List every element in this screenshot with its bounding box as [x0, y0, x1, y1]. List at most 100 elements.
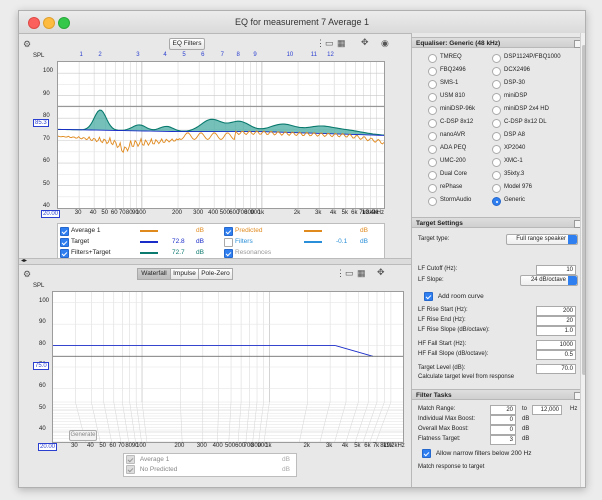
filter-number-5[interactable]: 5	[182, 52, 185, 58]
filter-number-6[interactable]: 6	[201, 52, 204, 58]
legend-row-predicted[interactable]: Predicted dB	[224, 226, 384, 236]
target-level-input[interactable]: 70.0	[536, 364, 576, 374]
equaliser-option-ada-peq[interactable]: ADA PEQ	[440, 144, 466, 152]
radio-xmc-1[interactable]	[492, 158, 501, 167]
radio-c-dsp-8x12-dl[interactable]	[492, 119, 501, 128]
filter-number-7[interactable]: 7	[221, 52, 224, 58]
equaliser-option-stormaudio[interactable]: StormAudio	[440, 196, 471, 204]
right-panel-scroll-thumb[interactable]	[582, 45, 585, 375]
equaliser-option-generic[interactable]: Generic	[504, 196, 525, 204]
equaliser-option-minidsp-96k[interactable]: miniDSP-96k	[440, 105, 475, 113]
equaliser-option-dsp-a8[interactable]: DSP A8	[504, 131, 525, 139]
move-icon[interactable]: ✥	[361, 37, 369, 47]
top-y-marker[interactable]: 85.3	[33, 119, 49, 127]
target-type-select[interactable]: Full range speaker	[506, 234, 578, 245]
top-graph-plot[interactable]	[57, 61, 385, 209]
bottom-move-icon[interactable]: ✥	[377, 267, 385, 277]
lf-rise-start-input[interactable]: 200	[536, 306, 576, 316]
filter-number-8[interactable]: 8	[236, 52, 239, 58]
generate-button[interactable]: Generate	[69, 430, 97, 441]
radio-ada-peq[interactable]	[428, 145, 437, 154]
add-room-curve-row[interactable]: Add room curve	[424, 292, 484, 301]
legend-row-no-predicted[interactable]: No Predicted dB	[126, 465, 294, 474]
radio-minidsp-96k[interactable]	[428, 106, 437, 115]
equaliser-option-model-976[interactable]: Model 976	[504, 183, 532, 191]
eq-filters-button[interactable]: EQ Filters	[169, 38, 205, 50]
radio-nanoavr[interactable]	[428, 132, 437, 141]
lf-rise-slope-input[interactable]: 1.0	[536, 326, 576, 336]
filter-tasks-header[interactable]: Filter Tasks	[412, 389, 582, 400]
match-response-label[interactable]: Match response to target	[418, 463, 484, 472]
legend-swatch[interactable]	[140, 252, 158, 254]
equaliser-option-dual-core[interactable]: Dual Core	[440, 170, 467, 178]
equaliser-option-sms-1[interactable]: SMS-1	[440, 79, 458, 87]
narrow-filters-row[interactable]: Allow narrow filters below 200 Hz	[422, 449, 532, 458]
hf-fall-slope-input[interactable]: 0.5	[536, 350, 576, 360]
bottom-graph-settings-icon[interactable]: ⚙	[23, 269, 31, 279]
right-panel-scrollbar[interactable]	[580, 33, 585, 487]
equaliser-option-dcx2496[interactable]: DCX2496	[504, 66, 530, 74]
legend-checkbox[interactable]	[224, 238, 233, 247]
equaliser-option-dsp-30[interactable]: DSP-30	[504, 79, 525, 87]
radio-model-976[interactable]	[492, 184, 501, 193]
legend-row-filters-target[interactable]: Filters+Target 72.7 dB	[60, 248, 220, 258]
overall-max-boost-input[interactable]: 0	[490, 425, 516, 435]
radio-dsp-a8[interactable]	[492, 132, 501, 141]
equaliser-option-dsp1124p-fbq1000[interactable]: DSP1124P/FBQ1000	[504, 53, 561, 61]
equaliser-option-usm-810[interactable]: USM 810	[440, 92, 465, 100]
legend-swatch[interactable]	[304, 230, 322, 232]
radio-minidsp-2x4-hd[interactable]	[492, 106, 501, 115]
radio-tmreq[interactable]	[428, 54, 437, 63]
radio-dcx2496[interactable]	[492, 67, 501, 76]
legend-swatch[interactable]	[304, 241, 322, 243]
radio-dsp1124p-fbq1000[interactable]	[492, 54, 501, 63]
equaliser-header[interactable]: Equaliser: Generic (48 kHz)	[412, 37, 582, 48]
equaliser-option-xmc-1[interactable]: XMC-1	[504, 157, 523, 165]
graph-settings-icon[interactable]: ⚙	[23, 39, 31, 49]
filter-number-2[interactable]: 2	[98, 52, 101, 58]
equaliser-option-c-dsp-8x12[interactable]: C-DSP 8x12	[440, 118, 473, 126]
legend-checkbox[interactable]	[60, 249, 69, 258]
tab-impulse[interactable]: Impulse	[170, 268, 199, 280]
radio-umc-200[interactable]	[428, 158, 437, 167]
equaliser-option-minidsp-2x4-hd[interactable]: miniDSP 2x4 HD	[504, 105, 549, 113]
add-room-curve-checkbox[interactable]	[424, 292, 433, 301]
filter-number-12[interactable]: 12	[327, 52, 334, 58]
legend-swatch[interactable]	[140, 241, 158, 243]
radio-dsp-30[interactable]	[492, 80, 501, 89]
legend-row-average-[interactable]: Average 1 dB	[60, 226, 220, 236]
bottom-graph-plot[interactable]: Generate	[52, 291, 404, 443]
radio-sms-1[interactable]	[428, 80, 437, 89]
legend-checkbox[interactable]	[60, 227, 69, 236]
match-range-to-input[interactable]: 12,000	[532, 405, 562, 415]
filter-number-10[interactable]: 10	[287, 52, 294, 58]
equaliser-option-tmreq[interactable]: TMREQ	[440, 53, 462, 61]
equaliser-option-35ixty-3[interactable]: 35ixty.3	[504, 170, 524, 178]
limits-icon[interactable]: ⋮▭	[316, 38, 334, 48]
lf-slope-select[interactable]: 24 dB/octave	[520, 275, 578, 286]
legend-swatch[interactable]	[140, 230, 158, 232]
radio-c-dsp-8x12[interactable]	[428, 119, 437, 128]
flatness-target-input[interactable]: 3	[490, 435, 516, 445]
bottom-limits-icon[interactable]: ⋮▭	[336, 268, 354, 278]
radio-minidsp[interactable]	[492, 93, 501, 102]
filter-number-9[interactable]: 9	[253, 52, 256, 58]
equaliser-option-umc-200[interactable]: UMC-200	[440, 157, 466, 165]
equaliser-option-c-dsp-8x12-dl[interactable]: C-DSP 8x12 DL	[504, 118, 547, 126]
individual-max-boost-input[interactable]: 0	[490, 415, 516, 425]
bottom-grid-icon[interactable]: ▦	[357, 268, 366, 278]
tab-pole-zero[interactable]: Pole-Zero	[198, 268, 233, 280]
narrow-filters-checkbox[interactable]	[422, 449, 431, 458]
legend-row-average[interactable]: Average 1 dB	[126, 455, 294, 464]
equaliser-option-minidsp[interactable]: miniDSP	[504, 92, 527, 100]
equaliser-option-nanoavr[interactable]: nanoAVR	[440, 131, 465, 139]
legend-row-resonances[interactable]: Resonances	[224, 248, 384, 258]
match-range-from-input[interactable]: 20	[490, 405, 516, 415]
filter-number-4[interactable]: 4	[163, 52, 166, 58]
radio-generic[interactable]	[492, 197, 501, 206]
filter-number-3[interactable]: 3	[136, 52, 139, 58]
filter-number-1[interactable]: 1	[80, 52, 83, 58]
equaliser-option-fbq2496[interactable]: FBQ2496	[440, 66, 466, 74]
legend-row-filters[interactable]: Filters -0.1 dB	[224, 237, 384, 247]
hf-fall-start-input[interactable]: 1000	[536, 340, 576, 350]
